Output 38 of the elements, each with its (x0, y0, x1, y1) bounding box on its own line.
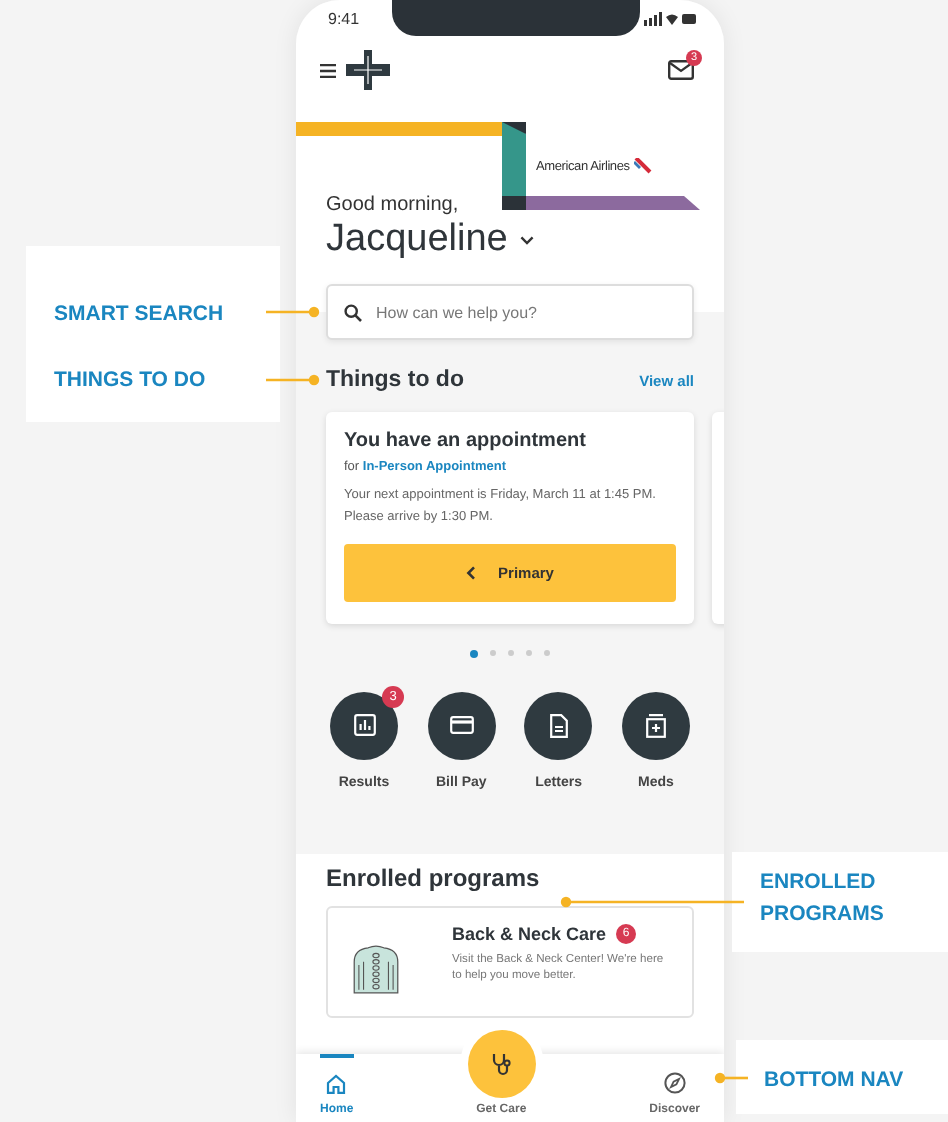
card-title: You have an appointment (344, 430, 588, 452)
pager-dot[interactable] (508, 650, 514, 656)
callout-label: SMART SEARCH (54, 300, 224, 330)
pager-dot[interactable] (544, 650, 550, 656)
section-title: Things to do (326, 368, 464, 392)
home-icon (326, 1074, 347, 1094)
status-icons (644, 11, 696, 25)
leader-line (714, 1072, 748, 1084)
profile-switcher[interactable]: Jacqueline (326, 216, 534, 264)
stethoscope-icon (489, 1052, 514, 1076)
callout-label: ENROLLED PROGRAMS (760, 868, 886, 930)
leader-line (266, 306, 320, 318)
program-title: Back & Neck Care (452, 923, 607, 943)
medicine-icon (645, 713, 666, 737)
mail-icon (668, 60, 694, 80)
pager-dot[interactable] (490, 650, 496, 656)
chevron-left-icon (466, 566, 477, 580)
bill-pay-button[interactable] (427, 691, 496, 759)
letters-button[interactable] (524, 691, 593, 759)
search-icon (344, 303, 362, 321)
greeting-text: Good morning, (326, 194, 461, 216)
pager-dot[interactable] (470, 649, 478, 657)
logo-icon (346, 50, 390, 90)
callout-label: THINGS TO DO (54, 366, 206, 396)
credit-card-icon (449, 716, 474, 734)
chevron-down-icon (519, 235, 534, 245)
compass-icon (663, 1072, 686, 1094)
pager-dot[interactable] (526, 650, 532, 656)
document-icon (549, 713, 568, 737)
airline-logo-icon (633, 158, 652, 174)
meds-button[interactable] (621, 691, 690, 759)
section-title: Enrolled programs (326, 863, 542, 891)
search-field[interactable]: How can we help you? (326, 284, 694, 340)
leader-line (266, 374, 320, 386)
status-time: 9:41 (328, 9, 360, 27)
chart-icon (353, 714, 375, 736)
callout-label: BOTTOM NAV (764, 1066, 904, 1096)
menu-icon[interactable] (320, 63, 336, 77)
